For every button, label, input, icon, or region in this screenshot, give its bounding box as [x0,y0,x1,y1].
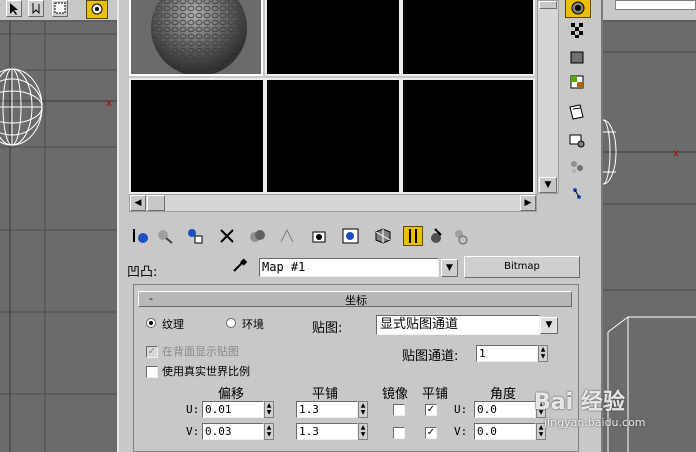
u-tiling-spinner[interactable]: ▲ ▼ [358,401,368,418]
collapse-icon[interactable]: - [149,292,153,305]
offset-header: 偏移 [218,387,245,402]
scroll-left-icon[interactable]: ◀ [130,195,146,211]
material-editor-window: ▼ ◀ ▶ 凹凸: Map #1 ▼ Bitmap - 坐标 纹理 环境 贴图:… [117,0,603,452]
scroll-down-icon[interactable]: ▼ [539,177,557,193]
sample-uv-tiling-icon[interactable] [565,72,591,94]
material-sphere-preview [151,0,247,76]
sample-slot-6[interactable] [401,78,535,194]
use-real-world-scale-checkbox[interactable] [146,366,158,378]
mirror-header: 镜像 [382,387,409,402]
radio-environ[interactable] [226,318,236,328]
map-name-dropdown-icon[interactable]: ▼ [441,259,458,277]
u-tile-checkbox[interactable]: ✓ [425,404,437,416]
angle-header: 角度 [490,387,517,402]
reset-map-icon[interactable] [217,226,237,246]
v-tile-checkbox[interactable]: ✓ [425,427,437,439]
cursor-icon[interactable] [28,0,44,17]
sample-slots-area [129,0,535,194]
u-axis-label: U: [186,403,200,416]
v-tiling-input[interactable]: 1.3 [296,423,358,440]
map-type-button[interactable]: Bitmap [464,256,580,278]
watermark-url: jingyan.baidu.com [544,416,646,429]
mapping-select[interactable]: 显式贴图通道 [376,315,540,335]
svg-text:x: x [673,148,679,159]
use-real-world-scale-label: 使用真实世界比例 [162,365,250,378]
hscroll-thumb[interactable] [147,195,165,211]
v-angle-input[interactable]: 0.0 [474,423,536,440]
make-unique-icon[interactable] [247,226,267,246]
mapping-label: 贴图: [312,321,343,336]
sample-slot-1[interactable] [129,0,263,76]
sample-slot-2[interactable] [265,0,401,76]
u-angle-axis-label: U: [454,403,468,416]
tiling-header: 平铺 [312,387,339,402]
v-offset-spinner[interactable]: ▲ ▼ [264,423,274,440]
tile-header: 平铺 [422,387,449,402]
v-offset-input[interactable]: 0.03 [202,423,264,440]
select-icon[interactable] [6,0,22,17]
video-color-check-icon[interactable] [565,102,591,124]
scroll-right-icon[interactable]: ▶ [520,195,536,211]
map-name-input[interactable]: Map #1 [259,258,439,277]
map-channel-label: 贴图通道: [402,349,459,364]
map-slot-label: 凹凸: [127,265,158,280]
background-icon[interactable] [565,48,591,70]
material-effects-channel-icon[interactable] [309,226,329,246]
make-preview-icon[interactable] [565,130,591,152]
mapping-dropdown-icon[interactable]: ▼ [540,317,558,334]
get-material-icon[interactable] [131,226,151,246]
radio-texture[interactable] [146,318,156,328]
baidu-watermark: Bai 经验 jingyan.baidu.com [534,384,684,434]
u-offset-input[interactable]: 0.01 [202,401,264,418]
show-end-result-icon[interactable] [373,226,393,246]
wireframe-sphere-left [0,68,43,146]
radio-texture-label: 纹理 [162,318,184,331]
v-axis-label: V: [186,425,200,438]
v-angle-axis-label: V: [454,425,468,438]
show-map-on-back-checkbox[interactable]: ✓ [146,346,158,358]
radio-environ-label: 环境 [242,318,264,331]
snap-icon[interactable] [86,0,108,19]
map-channel-spinner[interactable]: ▲ ▼ [538,345,548,362]
show-map-on-back-label: 在背面显示贴图 [162,345,239,358]
left-viewport[interactable]: x [0,22,117,452]
put-to-library-icon[interactable] [277,226,297,246]
u-offset-spinner[interactable]: ▲ ▼ [264,401,274,418]
show-map-in-viewport-icon[interactable] [341,226,361,246]
toolbar-field[interactable] [615,0,696,10]
sample-slot-3[interactable] [401,0,535,76]
u-angle-input[interactable]: 0.0 [474,401,536,418]
left-viewport-grid: x [0,22,117,452]
coordinates-rollout: - 坐标 纹理 环境 贴图: 显式贴图通道 ▼ ✓ 在背面显示贴图 使用真实世界… [133,284,579,452]
v-tiling-spinner[interactable]: ▲ ▼ [358,423,368,440]
sample-slot-5[interactable] [265,78,401,194]
material-map-navigator-icon[interactable] [451,226,471,246]
map-channel-input[interactable]: 1 [476,345,538,362]
region-select-icon[interactable] [52,0,68,17]
top-toolbar [0,0,117,20]
sample-type-icon[interactable] [565,0,591,18]
rollout-header[interactable]: - 坐标 [138,291,572,307]
top-right-toolbar [603,0,696,20]
assign-to-selection-icon[interactable] [185,226,205,246]
sample-slots-hscroll[interactable]: ◀ ▶ [129,194,537,212]
go-forward-to-sibling-icon[interactable] [427,226,447,246]
svg-text:x: x [106,98,112,109]
options-icon[interactable] [565,156,591,178]
vscroll-thumb[interactable] [539,1,557,9]
go-to-parent-icon[interactable] [403,226,423,246]
watermark-brand: Bai 经验 [534,390,625,415]
put-to-scene-icon[interactable] [155,226,175,246]
u-tiling-input[interactable]: 1.3 [296,401,358,418]
sample-slots-vscroll[interactable]: ▼ [537,0,559,194]
pick-material-eyedropper-icon[interactable] [231,256,249,274]
v-mirror-checkbox[interactable] [393,427,405,439]
backlight-icon[interactable] [565,20,591,42]
select-by-material-icon[interactable] [565,184,591,206]
u-mirror-checkbox[interactable] [393,404,405,416]
sample-slot-4[interactable] [129,78,265,194]
rollout-title: 坐标 [345,294,367,307]
